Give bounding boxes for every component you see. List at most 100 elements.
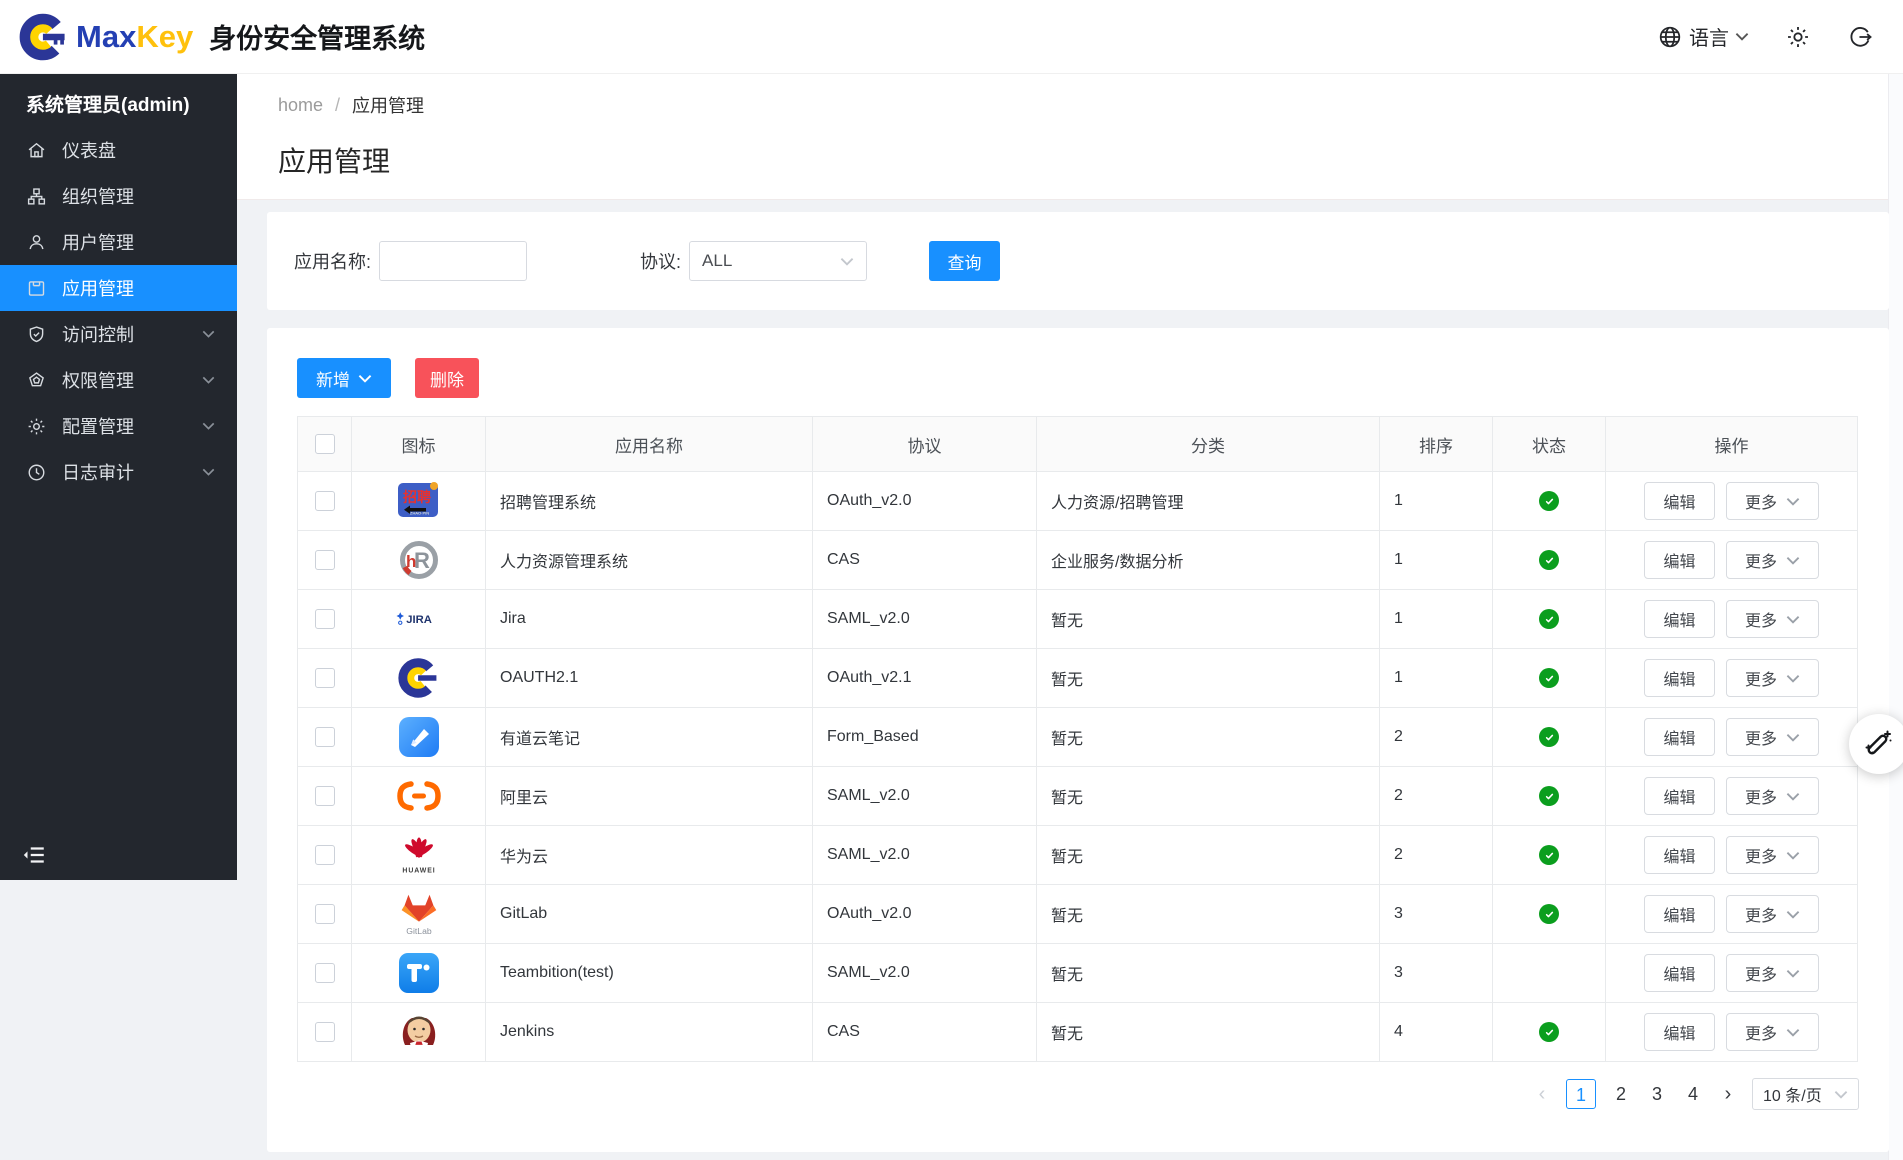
edit-button[interactable]: 编辑 [1644,1013,1715,1051]
row-checkbox[interactable] [315,491,335,511]
category-cell: 暂无 [1037,944,1380,1003]
app-icon-cell [352,708,486,767]
table-row: 招聘ZHAO·PIN招聘管理系统OAuth_v2.0人力资源/招聘管理1编辑更多 [298,472,1857,531]
sidebar-item-label: 配置管理 [62,413,134,439]
app-icon-cell [352,1003,486,1062]
search-button[interactable]: 查询 [929,241,1000,281]
row-checkbox-cell [298,885,352,944]
table-toolbar: 新增 删除 [297,358,1859,398]
status-active-icon [1539,550,1559,570]
settings-gear-icon[interactable] [1785,24,1811,50]
more-button[interactable]: 更多 [1726,482,1819,520]
prev-page-button[interactable]: ‹ [1532,1079,1552,1109]
chevron-down-icon [1786,910,1800,919]
edit-button[interactable]: 编辑 [1644,482,1715,520]
select-all-checkbox[interactable] [315,434,335,454]
sidebar-item-user[interactable]: 用户管理 [0,219,237,265]
protocol-label: 协议: [640,248,681,274]
next-page-button[interactable]: › [1718,1079,1738,1109]
sidebar-item-home[interactable]: 仪表盘 [0,127,237,173]
more-button[interactable]: 更多 [1726,659,1819,697]
edit-button[interactable]: 编辑 [1644,600,1715,638]
more-button[interactable]: 更多 [1726,777,1819,815]
protocol-select-value: ALL [702,251,732,271]
edit-button[interactable]: 编辑 [1644,954,1715,992]
sort-cell: 3 [1380,944,1493,1003]
delete-button[interactable]: 删除 [415,358,479,398]
breadcrumb-current: 应用管理 [352,92,424,118]
magic-wand-fab-button[interactable] [1849,714,1903,774]
chevron-down-icon [1786,556,1800,565]
app-icon-cell: JIRA [352,590,486,649]
edit-button[interactable]: 编辑 [1644,777,1715,815]
more-button[interactable]: 更多 [1726,1013,1819,1051]
more-button[interactable]: 更多 [1726,954,1819,992]
status-active-icon [1539,1022,1559,1042]
table-row: Teambition(test)SAML_v2.0暂无3编辑更多 [298,944,1857,1003]
table-row: OAUTH2.1OAuth_v2.1暂无1编辑更多 [298,649,1857,708]
edit-button[interactable]: 编辑 [1644,836,1715,874]
more-button[interactable]: 更多 [1726,895,1819,933]
sort-cell: 2 [1380,826,1493,885]
sidebar-item-gear[interactable]: 配置管理 [0,403,237,449]
table-body: 招聘ZHAO·PIN招聘管理系统OAuth_v2.0人力资源/招聘管理1编辑更多… [298,472,1857,1062]
sidebar-item-org[interactable]: 组织管理 [0,173,237,219]
app-name-label: 应用名称: [294,248,371,274]
status-cell [1493,531,1606,590]
more-button[interactable]: 更多 [1726,836,1819,874]
page-number-4[interactable]: 4 [1682,1079,1704,1109]
menu-fold-icon[interactable] [21,842,47,868]
category-cell: 暂无 [1037,708,1380,767]
row-checkbox[interactable] [315,786,335,806]
svg-text:HUAWEI: HUAWEI [402,868,435,875]
sidebar-item-shield[interactable]: 访问控制 [0,311,237,357]
row-checkbox[interactable] [315,845,335,865]
app-name-cell: GitLab [486,885,813,944]
sidebar-item-perm[interactable]: 权限管理 [0,357,237,403]
page-number-2[interactable]: 2 [1610,1079,1632,1109]
navbar-right: 语言 [1657,22,1903,51]
row-checkbox[interactable] [315,668,335,688]
status-cell [1493,767,1606,826]
status-cell [1493,885,1606,944]
more-button[interactable]: 更多 [1726,600,1819,638]
page-title: 应用管理 [237,118,1888,180]
page-size-select[interactable]: 10 条/页 [1752,1078,1859,1110]
edit-button[interactable]: 编辑 [1644,718,1715,756]
table-row: JIRAJiraSAML_v2.0暂无1编辑更多 [298,590,1857,649]
add-button[interactable]: 新增 [297,358,391,398]
page-number-3[interactable]: 3 [1646,1079,1668,1109]
row-checkbox-cell [298,590,352,649]
row-checkbox[interactable] [315,904,335,924]
more-button[interactable]: 更多 [1726,718,1819,756]
table-row: GitLabGitLabOAuth_v2.0暂无3编辑更多 [298,885,1857,944]
edit-button[interactable]: 编辑 [1644,541,1715,579]
language-menu[interactable]: 语言 [1657,22,1749,51]
sidebar-item-apps[interactable]: 应用管理 [0,265,237,311]
top-navbar: MaxKey 身份安全管理系统 语言 [0,0,1903,74]
chevron-down-icon [202,330,215,338]
row-checkbox[interactable] [315,1022,335,1042]
category-cell: 暂无 [1037,826,1380,885]
page-number-1[interactable]: 1 [1566,1079,1596,1109]
row-checkbox[interactable] [315,963,335,983]
table-header-checkbox-cell [298,417,352,472]
row-checkbox[interactable] [315,727,335,747]
protocol-cell: SAML_v2.0 [813,590,1037,649]
huawei-app-icon: HUAWEI [395,831,443,879]
app-icon-cell [352,649,486,708]
more-button[interactable]: 更多 [1726,541,1819,579]
row-checkbox[interactable] [315,550,335,570]
filter-card: 应用名称: 协议: ALL 查询 [267,212,1889,310]
edit-button[interactable]: 编辑 [1644,659,1715,697]
row-checkbox-cell [298,826,352,885]
row-checkbox[interactable] [315,609,335,629]
scrollbar-track[interactable] [1888,74,1903,1160]
sidebar-item-clock[interactable]: 日志审计 [0,449,237,495]
app-name-input[interactable] [379,241,527,281]
logout-icon[interactable] [1847,24,1873,50]
status-cell [1493,708,1606,767]
protocol-select[interactable]: ALL [689,241,867,281]
edit-button[interactable]: 编辑 [1644,895,1715,933]
breadcrumb-home-link[interactable]: home [278,95,323,116]
